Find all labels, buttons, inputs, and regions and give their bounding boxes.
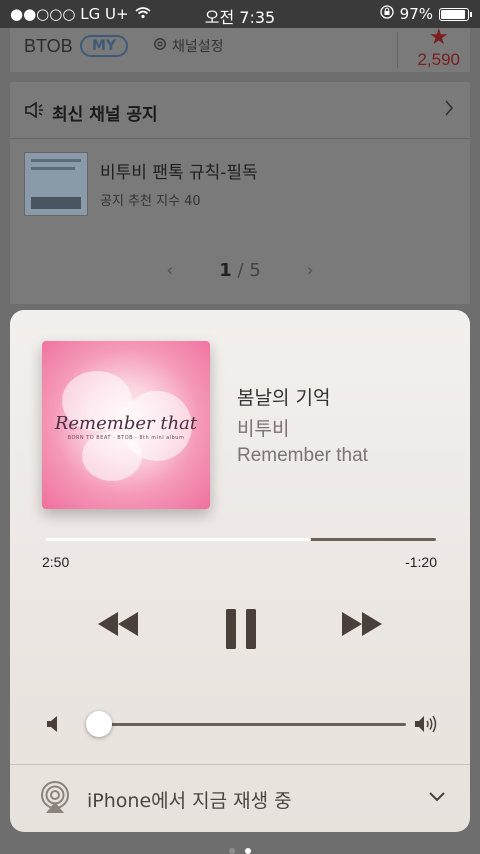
playback-progress-fill (45, 538, 311, 541)
now-playing-panel: Remember that BORN TO BEAT · BTOB · 8th … (10, 310, 470, 832)
gear-icon (152, 36, 168, 56)
notice-divider (10, 138, 470, 139)
route-divider (10, 764, 470, 765)
notice-item-meta: 공지 추천 지수 40 (100, 194, 201, 209)
volume-knob[interactable] (85, 711, 112, 737)
star-counter[interactable]: ★ 2,590 (417, 26, 460, 70)
notice-section-title: 최신 채널 공지 (52, 105, 158, 125)
header-divider (397, 32, 398, 68)
chevron-right-icon[interactable] (444, 98, 454, 122)
rotation-lock-icon (380, 5, 394, 23)
pager-separator: / (237, 260, 244, 281)
fast-forward-button[interactable] (340, 610, 384, 642)
channel-header: BTOB MY 채널설정 ★ 2,590 (10, 26, 470, 72)
volume-low-icon (46, 715, 60, 737)
my-badge[interactable]: MY (80, 35, 129, 57)
page-dot[interactable] (245, 848, 251, 854)
album-artwork[interactable]: Remember that BORN TO BEAT · BTOB · 8th … (42, 341, 210, 509)
rewind-button[interactable] (96, 610, 140, 642)
star-icon: ★ (428, 25, 449, 50)
page-dot[interactable] (229, 848, 235, 854)
song-album: Remember that (237, 445, 368, 466)
pager-total: 5 (249, 260, 261, 281)
star-count: 2,590 (417, 50, 460, 69)
notice-item-title[interactable]: 비투비 팬톡 규칙-필독 (100, 158, 258, 183)
volume-high-icon (414, 714, 438, 738)
pause-button[interactable] (224, 608, 258, 654)
playback-scrubber[interactable] (45, 538, 436, 541)
page-indicator (0, 839, 480, 854)
airplay-icon[interactable] (38, 780, 72, 818)
volume-slider[interactable] (85, 711, 406, 737)
notice-thumbnail[interactable] (24, 152, 88, 216)
pause-icon (224, 609, 258, 654)
battery-group: 97% (380, 5, 472, 23)
time-elapsed: 2:50 (42, 554, 70, 570)
notice-section-header[interactable]: 최신 채널 공지 (24, 100, 158, 125)
megaphone-icon (24, 101, 46, 123)
channel-settings-link[interactable]: 채널설정 (152, 36, 224, 56)
status-bar: ●●○○○ LG U+ 오전 7:35 97% (0, 0, 480, 28)
time-remaining: -1:20 (405, 554, 437, 570)
battery-icon (439, 7, 469, 21)
notice-card: 최신 채널 공지 비투비 팬톡 규칙-필독 공지 추천 지수 40 ‹ 1 / … (10, 82, 470, 304)
chevron-down-icon[interactable] (428, 788, 446, 807)
notice-pager: ‹ 1 / 5 › (10, 260, 470, 281)
song-artist: 비투비 (237, 418, 290, 440)
fast-forward-icon (340, 612, 384, 642)
airplay-route-label[interactable]: iPhone에서 지금 재생 중 (87, 786, 292, 813)
song-title: 봄날의 기억 (237, 387, 331, 409)
pager-current: 1 (219, 260, 232, 281)
pager-prev-icon[interactable]: ‹ (166, 260, 173, 281)
battery-percent: 97% (399, 5, 433, 23)
artwork-subtitle: BORN TO BEAT · BTOB · 8th mini album (67, 435, 185, 441)
pager-next-icon[interactable]: › (307, 260, 314, 281)
artwork-title: Remember that (54, 413, 198, 434)
rewind-icon (96, 612, 140, 642)
channel-brand[interactable]: BTOB (24, 36, 73, 57)
channel-settings-label: 채널설정 (172, 39, 224, 55)
